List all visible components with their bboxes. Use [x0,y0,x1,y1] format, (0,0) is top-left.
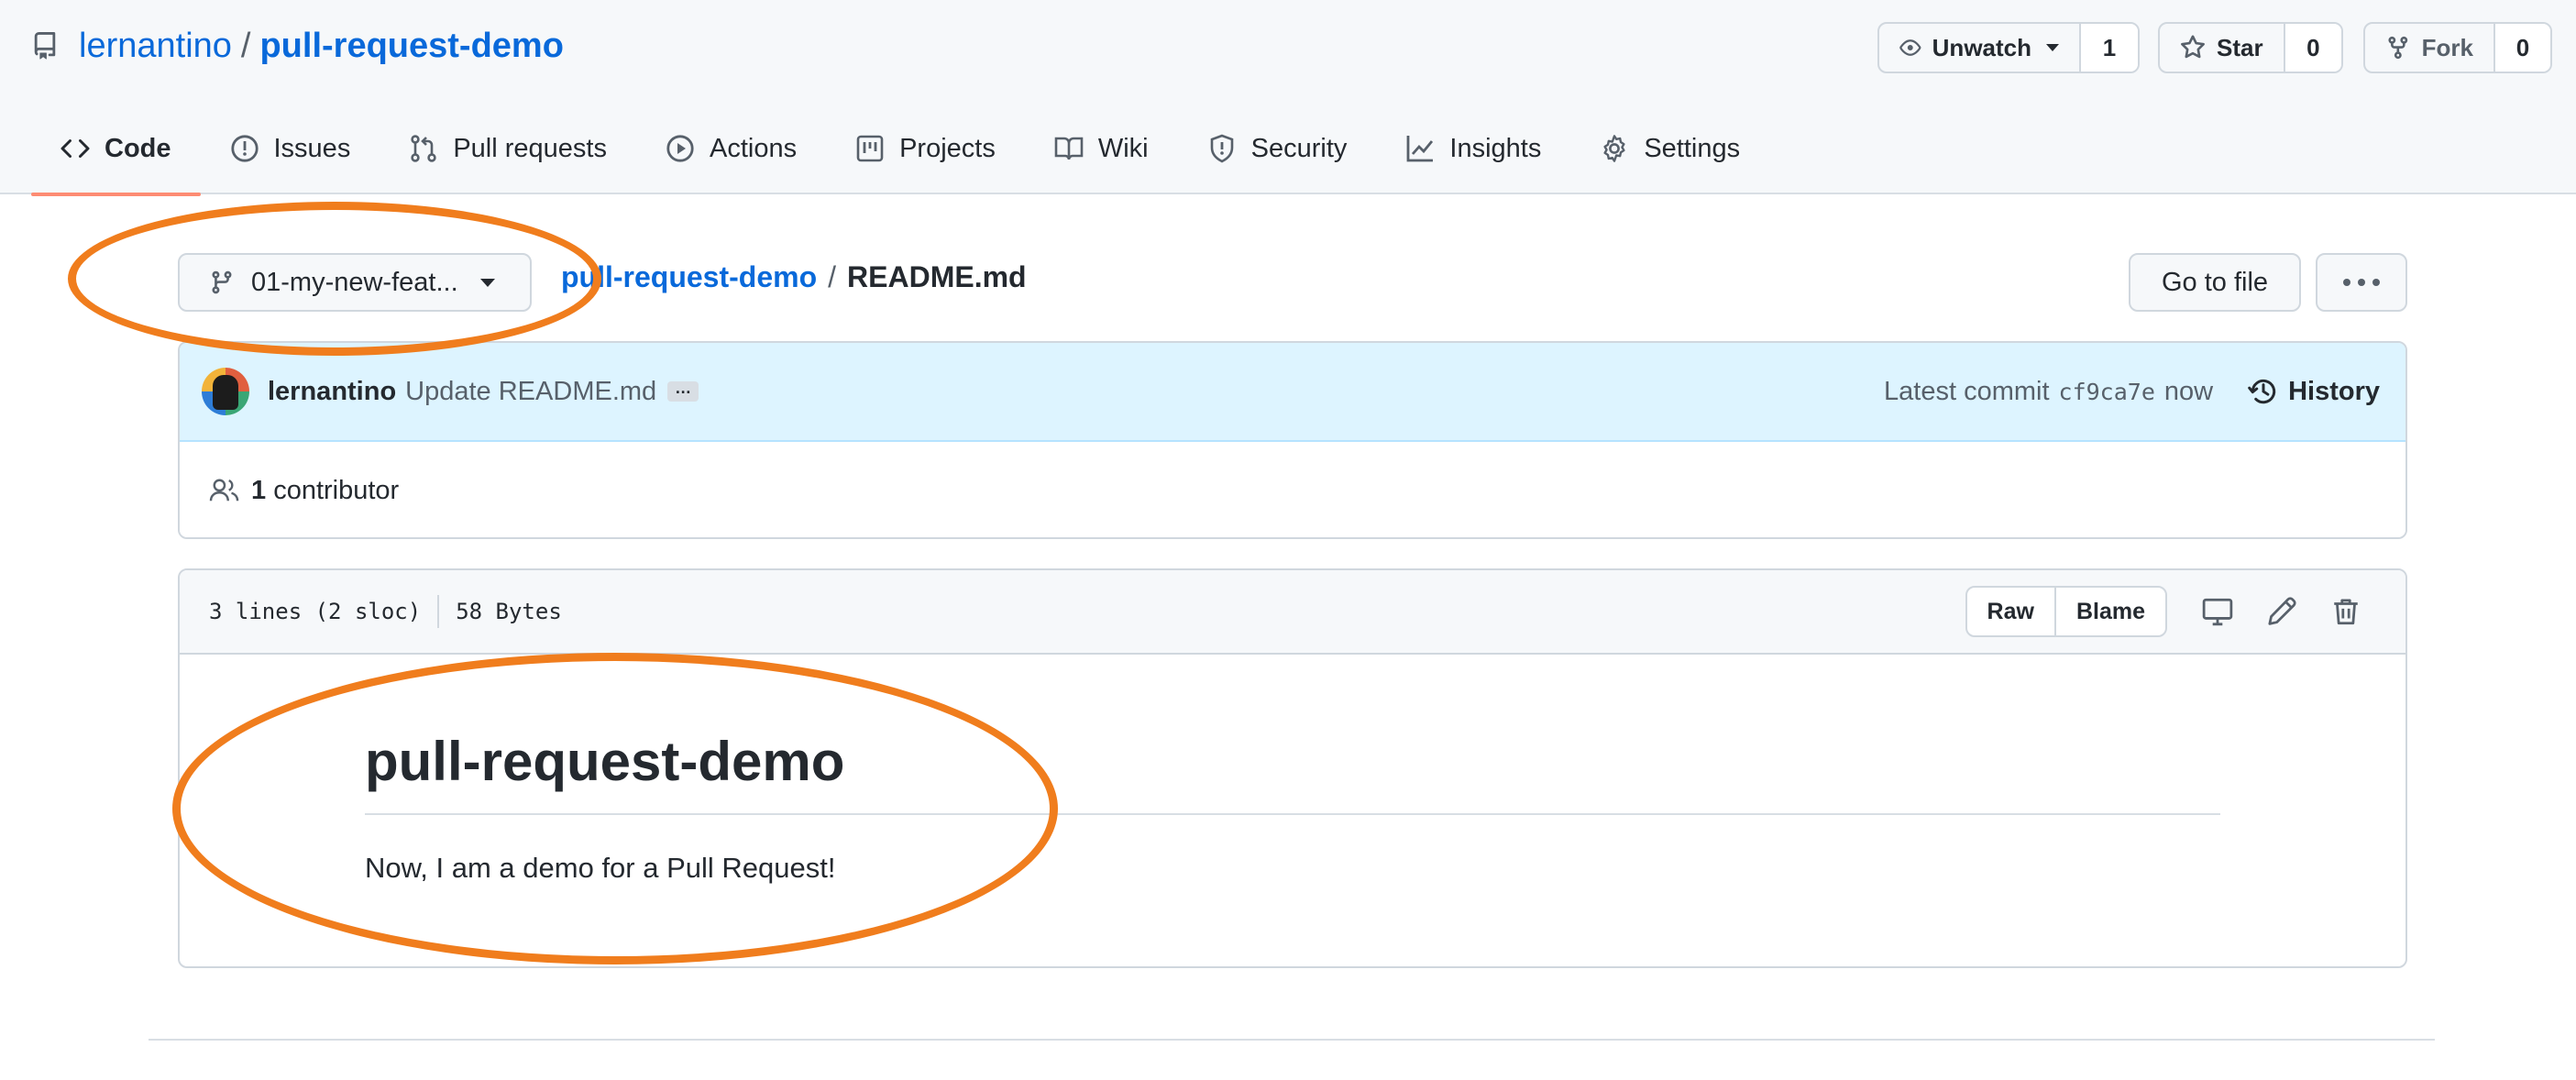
issue-icon [230,135,259,162]
repo-owner-link[interactable]: lernantino [79,27,232,66]
commit-author-link[interactable]: lernantino [268,377,396,407]
tab-wiki-label: Wiki [1097,134,1149,163]
tab-issues-label: Issues [273,134,351,163]
tab-pull-requests-label: Pull requests [453,134,607,163]
unwatch-label: Unwatch [1932,33,2031,61]
history-label: History [2288,376,2380,406]
pull-request-icon [411,135,437,162]
code-icon [61,138,90,159]
git-branch-icon [212,270,232,294]
tab-pull-requests[interactable]: Pull requests [380,123,636,194]
delete-file-button[interactable] [2314,586,2378,637]
history-icon [2248,379,2276,404]
tab-code[interactable]: Code [31,123,201,196]
raw-blame-group: Raw Blame [1965,586,2167,637]
tab-settings[interactable]: Settings [1570,123,1769,194]
tab-security[interactable]: Security [1178,123,1377,194]
commit-message-link[interactable]: Update README.md [405,377,656,407]
commit-sha-link[interactable]: cf9ca7e [2059,379,2155,405]
kebab-dot [2358,279,2365,286]
readme-heading: pull-request-demo [365,730,2220,815]
repo-name-link[interactable]: pull-request-demo [259,27,563,66]
unwatch-button[interactable]: Unwatch [1879,24,2081,72]
commit-meta: Latest commit cf9ca7e now History [1884,376,2380,407]
file-lines-info: 3 lines (2 sloc) [209,599,422,624]
blame-button[interactable]: Blame [2056,588,2165,635]
contributors-count: 1 [251,475,267,505]
repo-icon [34,32,56,60]
star-button-group: Star 0 [2158,22,2343,73]
tab-actions-label: Actions [709,134,798,163]
people-icon [209,479,239,501]
trash-icon [2334,599,2358,625]
tab-projects-label: Projects [899,134,996,163]
latest-commit-box: lernantino Update README.md … Latest com… [178,341,2407,539]
kebab-dot [2343,279,2350,286]
repo-tabs: Code Issues Pull requests Actions Projec… [31,123,1769,196]
file-info-divider [437,595,440,628]
file-actions: Raw Blame [1965,586,2378,637]
stars-count[interactable]: 0 [2284,24,2341,72]
star-label: Star [2217,33,2263,61]
tab-security-label: Security [1250,134,1348,163]
watchers-count[interactable]: 1 [2081,24,2138,72]
history-button[interactable]: History [2248,376,2380,407]
breadcrumb-repo-link[interactable]: pull-request-demo [561,260,817,294]
contributors-label: contributor [273,475,400,505]
fork-button[interactable]: Fork [2365,24,2495,72]
fork-label: Fork [2421,33,2473,61]
breadcrumb: pull-request-demo / README.md [561,259,1027,295]
star-button[interactable]: Star [2160,24,2285,72]
tab-issues[interactable]: Issues [201,123,380,194]
breadcrumb-file: README.md [847,259,1027,293]
repo-separator: / [240,26,251,65]
tab-code-label: Code [105,134,171,163]
desktop-icon [2202,598,2233,626]
repo-header: lernantino / pull-request-demo Unwatch 1… [0,0,2576,196]
commit-time: now [2163,376,2214,406]
book-icon [1054,137,1084,160]
tab-projects[interactable]: Projects [826,123,1025,194]
unwatch-button-group: Unwatch 1 [1877,22,2140,73]
go-to-file-button[interactable]: Go to file [2129,253,2301,312]
edit-file-button[interactable] [2250,586,2314,637]
file-size: 58 Bytes [456,599,562,624]
expand-commit-button[interactable]: … [667,380,699,402]
raw-button[interactable]: Raw [1967,588,2056,635]
play-icon [666,135,694,162]
pencil-icon [2268,597,2296,625]
latest-commit-label: Latest commit [1884,376,2050,406]
tab-settings-label: Settings [1644,134,1741,163]
tab-insights[interactable]: Insights [1376,123,1570,194]
file-view: 3 lines (2 sloc) 58 Bytes Raw Blame pull… [178,568,2407,968]
fork-button-group: Fork 0 [2363,22,2552,73]
avatar[interactable] [202,368,249,415]
chevron-down-icon [479,278,495,287]
breadcrumb-separator: / [828,259,837,293]
footer-divider [149,1039,2435,1041]
repo-title: lernantino / pull-request-demo [31,20,564,72]
graph-icon [1406,136,1434,162]
readme-body: Now, I am a demo for a Pull Request! [365,852,836,884]
kebab-dot [2372,279,2380,286]
tab-actions[interactable]: Actions [636,123,826,194]
gear-icon [1603,135,1625,162]
readme-content: pull-request-demo Now, I am a demo for a… [180,655,2405,885]
chevron-down-icon [2046,44,2059,51]
eye-icon [1899,39,1921,56]
more-options-button[interactable] [2316,253,2407,312]
file-header: 3 lines (2 sloc) 58 Bytes Raw Blame [180,570,2405,655]
commit-row: lernantino Update README.md … Latest com… [180,343,2405,442]
shield-icon [1210,134,1233,163]
project-icon [856,135,884,162]
tab-insights-label: Insights [1449,134,1542,163]
contributors-row[interactable]: 1 contributor [180,442,2405,537]
fork-icon [2388,36,2408,60]
tab-wiki[interactable]: Wiki [1025,123,1178,194]
branch-select-button[interactable]: 01-my-new-feat... [178,253,532,312]
star-icon [2181,35,2205,59]
desktop-open-button[interactable] [2185,586,2250,637]
forks-count[interactable]: 0 [2495,24,2550,72]
branch-name: 01-my-new-feat... [251,267,458,297]
